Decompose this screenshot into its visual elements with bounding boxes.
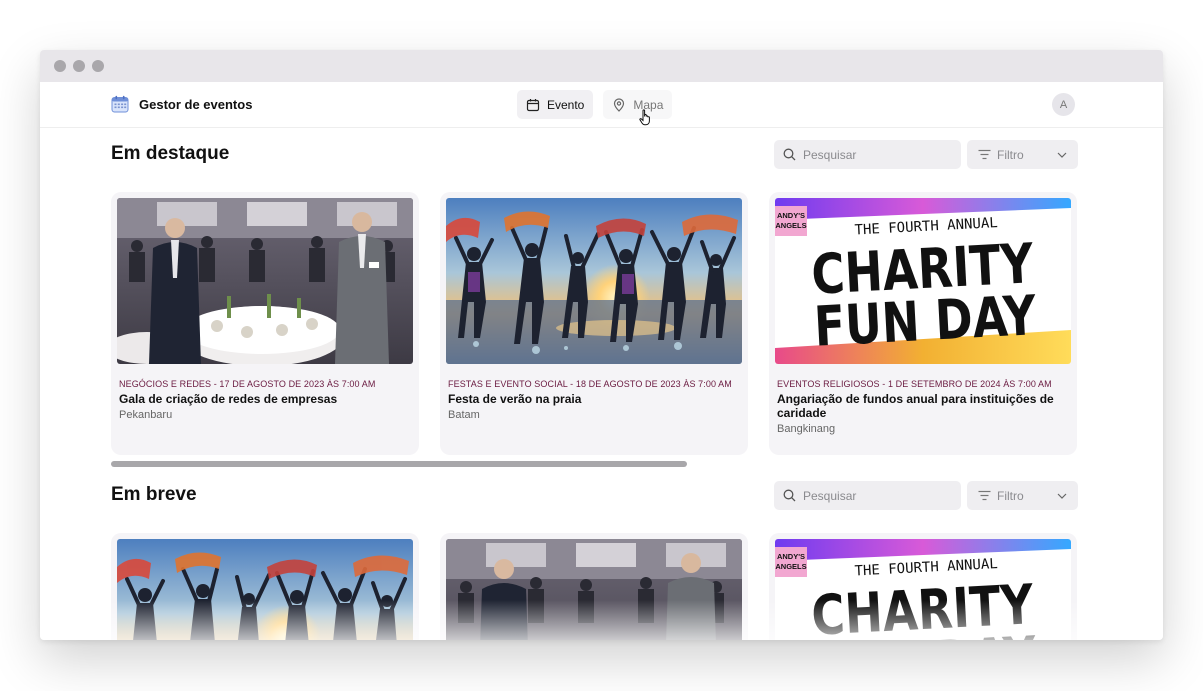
upcoming-title: Em breve: [111, 484, 197, 505]
poster-corner-line1: ANDY'S: [777, 552, 805, 561]
chevron-down-icon: [1057, 152, 1067, 158]
window-titlebar: [40, 50, 1163, 82]
event-meta: Negócios e redes - 17 de agosto de 2023 …: [119, 379, 376, 389]
user-avatar[interactable]: A: [1052, 93, 1075, 116]
browser-window: Gestor de eventos Evento Mapa A Em desta…: [40, 50, 1163, 640]
beach-party-photo: [446, 198, 742, 364]
upcoming-header: Em breve Filtro: [111, 481, 1078, 511]
hand-cursor-icon: [639, 109, 653, 126]
filter-icon: [978, 149, 991, 160]
event-card[interactable]: Negócios e redes - 17 de agosto de 2023 …: [111, 192, 419, 455]
app-title: Gestor de eventos: [139, 96, 253, 112]
search-icon: [783, 148, 796, 161]
filter-icon: [978, 490, 991, 501]
business-gala-photo: [117, 198, 413, 364]
featured-search-box[interactable]: [774, 140, 961, 169]
event-card[interactable]: [440, 533, 748, 640]
featured-filter-label: Filtro: [997, 147, 1024, 162]
nav-tab-map[interactable]: Mapa: [603, 90, 673, 119]
event-title: Angariação de fundos anual para institui…: [777, 392, 1054, 420]
poster-headline-2: FUN DAY: [813, 283, 1039, 359]
event-title: Festa de verão na praia: [448, 392, 582, 406]
poster-corner-line2: ANGELS: [775, 221, 806, 230]
featured-search-input[interactable]: [803, 147, 953, 162]
upcoming-search-input[interactable]: [803, 488, 953, 503]
poster-corner-line1: ANDY'S: [777, 211, 805, 220]
featured-title: Em destaque: [111, 143, 230, 164]
chevron-down-icon: [1057, 493, 1067, 499]
event-card[interactable]: [111, 533, 419, 640]
nav-tab-events-label: Evento: [547, 97, 585, 112]
event-card[interactable]: ANDY'S ANGELS THE FOURTH ANNUAL CHARITY …: [769, 192, 1077, 455]
app-header: Gestor de eventos Evento Mapa A: [40, 82, 1163, 128]
charity-poster: ANDY'S ANGELS THE FOURTH ANNUAL CHARITY …: [775, 198, 1071, 364]
horizontal-scrollbar[interactable]: [111, 461, 687, 467]
event-card[interactable]: ANDY'S ANGELS THE FOURTH ANNUAL CHARITY …: [769, 533, 1077, 640]
upcoming-filter-label: Filtro: [997, 488, 1024, 503]
poster-corner-line2: ANGELS: [775, 562, 806, 571]
charity-poster: ANDY'S ANGELS THE FOURTH ANNUAL CHARITY …: [775, 539, 1071, 640]
event-card[interactable]: Festas e evento social - 18 de agosto de…: [440, 192, 748, 455]
event-location: Pekanbaru: [119, 409, 173, 421]
business-gala-photo: [446, 539, 742, 640]
event-meta: Festas e evento social - 18 de agosto de…: [448, 379, 732, 389]
featured-card-list: Negócios e redes - 17 de agosto de 2023 …: [111, 192, 1077, 455]
calendar-logo-icon: [111, 95, 129, 113]
calendar-icon: [526, 98, 540, 112]
featured-header: Em destaque Filtro: [111, 140, 1078, 170]
event-title: Gala de criação de redes de empresas: [119, 392, 338, 406]
window-maximize-dot[interactable]: [92, 60, 104, 72]
window-minimize-dot[interactable]: [73, 60, 85, 72]
map-pin-icon: [612, 97, 626, 112]
event-location: Bangkinang: [777, 423, 836, 435]
window-close-dot[interactable]: [54, 60, 66, 72]
event-location: Batam: [448, 409, 480, 421]
event-meta: Eventos religiosos - 1 de setembro de 20…: [777, 379, 1052, 389]
beach-party-photo: [117, 539, 413, 640]
upcoming-card-list: ANDY'S ANGELS THE FOURTH ANNUAL CHARITY …: [111, 533, 1077, 640]
search-icon: [783, 489, 796, 502]
app-brand[interactable]: Gestor de eventos: [111, 95, 252, 113]
nav-tab-events[interactable]: Evento: [517, 90, 594, 119]
upcoming-filter-select[interactable]: Filtro: [967, 481, 1078, 510]
upcoming-search-box[interactable]: [774, 481, 961, 510]
featured-filter-select[interactable]: Filtro: [967, 140, 1078, 169]
